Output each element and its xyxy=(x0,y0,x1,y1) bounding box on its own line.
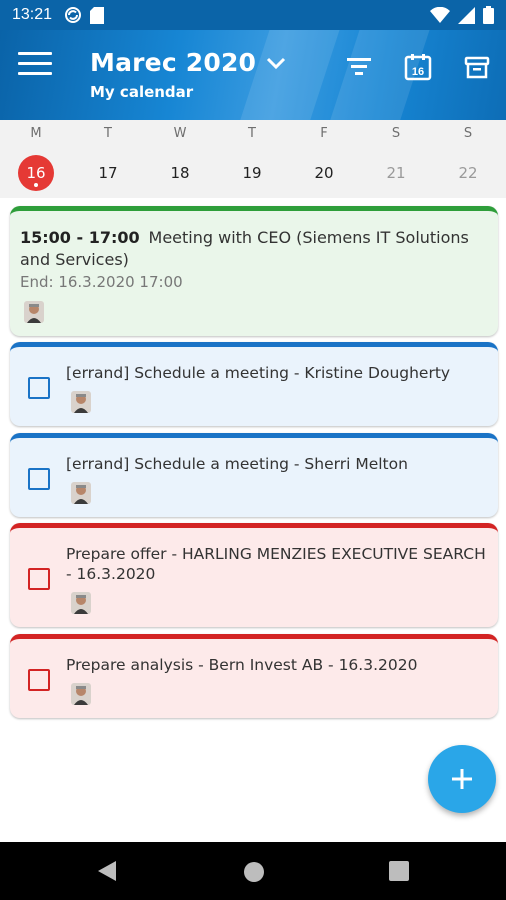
status-bar: 13:21 xyxy=(0,0,506,30)
menu-icon[interactable] xyxy=(18,52,52,82)
day-19[interactable]: 19 xyxy=(234,155,270,191)
day-20[interactable]: 20 xyxy=(306,155,342,191)
avatar xyxy=(71,482,91,504)
weekday-label: S xyxy=(391,126,401,141)
task-card[interactable]: [errand] Schedule a meeting - Kristine D… xyxy=(10,342,498,426)
task-title: [errand] Schedule a meeting - Kristine D… xyxy=(66,364,451,382)
archive-icon[interactable] xyxy=(462,52,492,82)
task-checkbox[interactable] xyxy=(28,377,50,399)
add-button[interactable] xyxy=(428,745,496,813)
plus-icon xyxy=(452,769,472,789)
event-card[interactable]: 15:00 - 17:00 Meeting with CEO (Siemens … xyxy=(10,206,498,336)
today-icon-number: 16 xyxy=(412,66,424,78)
app-bar: Marec 2020 My calendar 16 xyxy=(0,30,506,120)
calendar-name: My calendar xyxy=(90,83,194,101)
weekday-column: M 16 xyxy=(0,120,72,191)
day-17[interactable]: 17 xyxy=(90,155,126,191)
avatar xyxy=(71,683,91,705)
day-22[interactable]: 22 xyxy=(450,155,486,191)
avatar xyxy=(71,592,91,614)
status-time: 13:21 xyxy=(12,6,53,23)
task-card[interactable]: Prepare analysis - Bern Invest AB - 16.3… xyxy=(10,634,498,718)
weekday-label: W xyxy=(173,126,187,141)
weekday-column: W 18 xyxy=(144,120,216,191)
weekday-label: T xyxy=(104,126,112,141)
title-area: Marec 2020 My calendar xyxy=(90,48,286,101)
avatar xyxy=(24,301,44,323)
weekday-column: S 22 xyxy=(432,120,504,191)
weekday-label: F xyxy=(320,126,328,141)
calendar-today-icon[interactable]: 16 xyxy=(403,52,433,82)
task-checkbox[interactable] xyxy=(28,568,50,590)
weekday-column: T 19 xyxy=(216,120,288,191)
wifi-icon xyxy=(430,7,450,23)
signal-icon xyxy=(458,6,475,24)
home-icon[interactable] xyxy=(243,861,265,883)
weekday-column: T 17 xyxy=(72,120,144,191)
event-heading: 15:00 - 17:00 Meeting with CEO (Siemens … xyxy=(20,227,488,271)
day-16-today[interactable]: 16 xyxy=(18,155,54,191)
day-18[interactable]: 18 xyxy=(162,155,198,191)
task-checkbox[interactable] xyxy=(28,669,50,691)
sd-card-icon xyxy=(90,6,105,24)
task-checkbox[interactable] xyxy=(28,468,50,490)
weekday-label: M xyxy=(30,126,42,141)
weekday-column: F 20 xyxy=(288,120,360,191)
back-icon[interactable] xyxy=(96,859,118,883)
event-end: End: 16.3.2020 17:00 xyxy=(20,273,183,291)
avatar xyxy=(71,391,91,413)
filter-icon[interactable] xyxy=(344,52,374,82)
day-21[interactable]: 21 xyxy=(378,155,414,191)
task-title: Prepare analysis - Bern Invest AB - 16.3… xyxy=(66,656,418,674)
weekday-label: S xyxy=(463,126,473,141)
navigation-bar xyxy=(0,842,506,900)
weekday-column: S 21 xyxy=(360,120,432,191)
recents-icon[interactable] xyxy=(389,861,409,881)
task-card[interactable]: [errand] Schedule a meeting - Sherri Mel… xyxy=(10,433,498,517)
sync-icon xyxy=(65,7,82,23)
page-title: Marec 2020 xyxy=(90,48,257,77)
task-title: [errand] Schedule a meeting - Sherri Mel… xyxy=(66,455,408,473)
chevron-down-icon xyxy=(267,57,286,69)
weekday-label: T xyxy=(248,126,256,141)
month-selector[interactable]: Marec 2020 xyxy=(90,48,286,77)
event-time: 15:00 - 17:00 xyxy=(20,228,140,247)
battery-icon xyxy=(483,6,494,24)
task-title: Prepare offer - HARLING MENZIES EXECUTIV… xyxy=(66,545,486,583)
week-strip: M 16 T 17 W 18 T 19 F 20 S 21 S 22 xyxy=(0,120,506,198)
task-card[interactable]: Prepare offer - HARLING MENZIES EXECUTIV… xyxy=(10,523,498,627)
